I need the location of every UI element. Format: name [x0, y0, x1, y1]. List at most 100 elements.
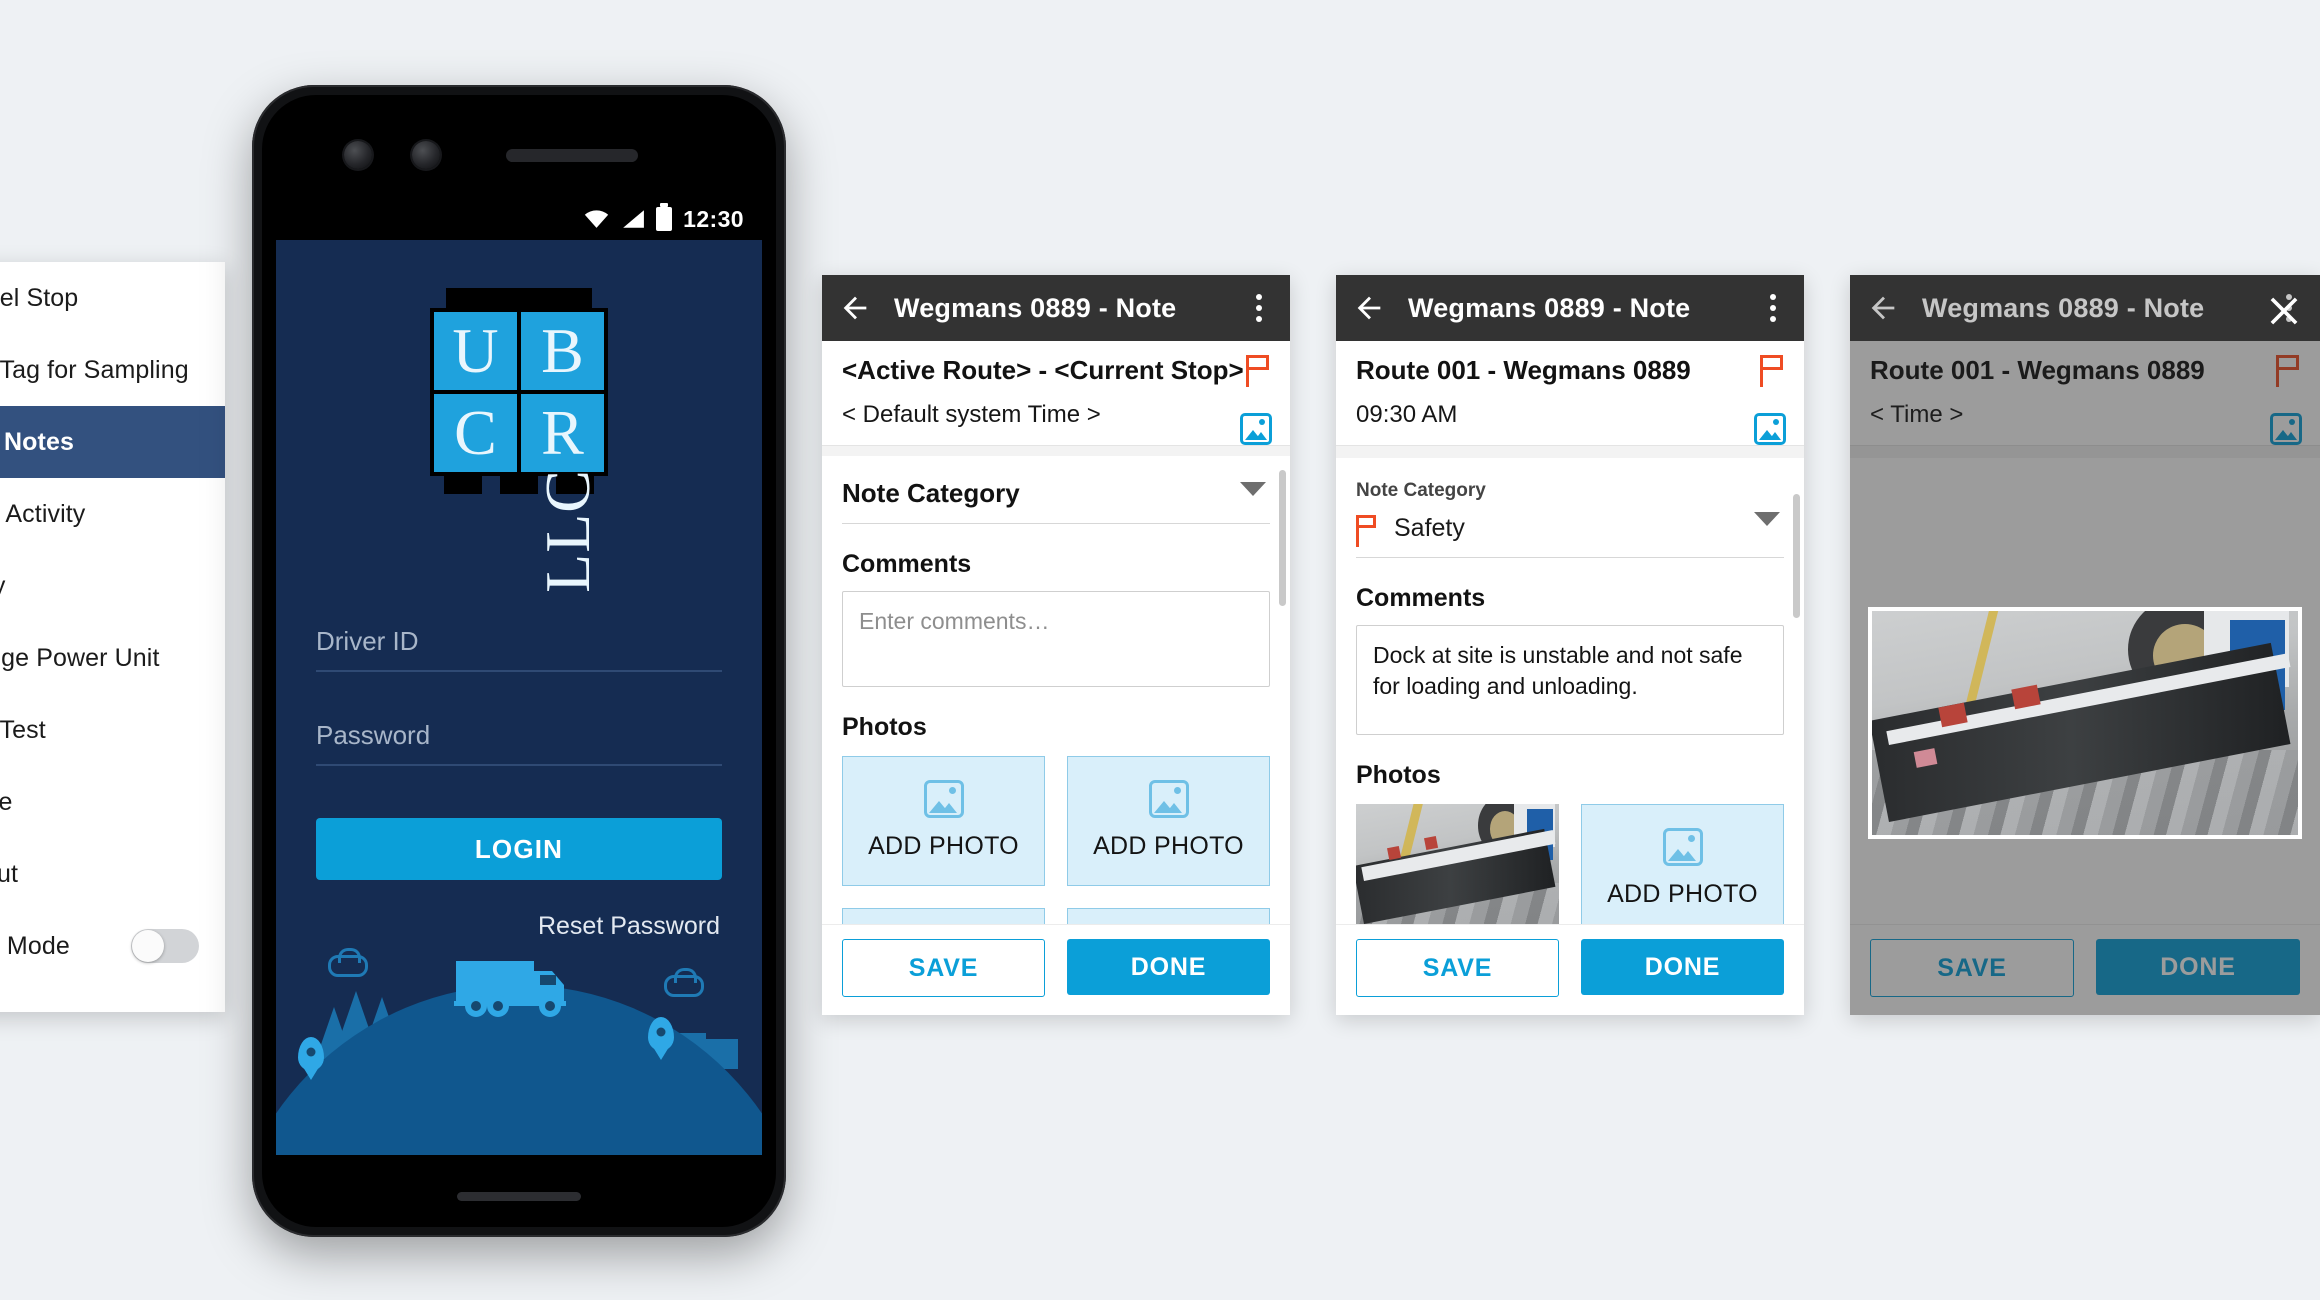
- drawer-item-delay[interactable]: Delay: [0, 550, 225, 622]
- login-illustration: [276, 910, 762, 1155]
- add-photo-button[interactable]: [842, 907, 1045, 924]
- comments-label: Comments: [1356, 583, 1486, 612]
- scrollbar[interactable]: [1279, 469, 1286, 606]
- app-bar: Wegmans 0889 - Note: [1336, 275, 1804, 341]
- drawer-item-night-mode[interactable]: Night Mode: [0, 910, 225, 982]
- app-bar-title: Wegmans 0889 - Note: [1922, 292, 2205, 323]
- logo-letter: R: [541, 397, 584, 468]
- signal-icon: [623, 210, 645, 228]
- overflow-menu-icon[interactable]: [1758, 291, 1788, 325]
- done-button[interactable]: DONE: [1581, 939, 1784, 995]
- driver-id-label: Driver ID: [316, 626, 419, 656]
- drawer-item-change-power-unit[interactable]: Change Power Unit: [0, 622, 225, 694]
- flag-icon[interactable]: [2276, 355, 2302, 387]
- phone-device-frame: 12:30 U B C R LLC Driver ID Password LOG…: [252, 85, 786, 1237]
- done-button[interactable]: DONE: [1067, 939, 1270, 995]
- comments-label: Comments: [842, 549, 972, 578]
- logo-letter: U: [452, 315, 499, 386]
- photos-grid: ADD PHOTO ADD PHOTO: [842, 755, 1270, 924]
- back-arrow-icon[interactable]: [838, 291, 872, 325]
- chevron-down-icon[interactable]: [1754, 511, 1780, 526]
- add-photo-label: ADD PHOTO: [1093, 832, 1244, 861]
- drawer-item-label: Change Power Unit: [0, 643, 160, 672]
- status-bar-clock: 12:30: [683, 205, 744, 232]
- photo-thumbnail[interactable]: [1356, 803, 1559, 924]
- add-photo-button[interactable]: [1067, 907, 1270, 924]
- drawer-item-crew-activity[interactable]: Crew Activity: [0, 478, 225, 550]
- note-time[interactable]: < Time >: [1870, 401, 2300, 429]
- chevron-down-icon[interactable]: [1240, 481, 1266, 496]
- back-arrow-icon[interactable]: [1352, 291, 1386, 325]
- login-button[interactable]: LOGIN: [316, 818, 722, 880]
- drawer-item-logout[interactable]: Logout: [0, 838, 225, 910]
- note-time[interactable]: 09:30 AM: [1356, 401, 1784, 429]
- note-category-select[interactable]: Note Category: [842, 456, 1270, 524]
- note-category-select[interactable]: Note Category Safety: [1356, 458, 1784, 558]
- add-photo-label: ADD PHOTO: [1607, 880, 1758, 909]
- app-bar: Wegmans 0889 - Note: [1850, 275, 2320, 341]
- drawer-item-cancel-stop[interactable]: Cancel Stop: [0, 262, 225, 334]
- password-label: Password: [316, 720, 431, 750]
- back-arrow-icon[interactable]: [1866, 291, 1900, 325]
- add-photo-button[interactable]: ADD PHOTO: [842, 755, 1045, 886]
- save-button[interactable]: SAVE: [1356, 939, 1559, 997]
- note-footer: SAVE DONE: [1850, 924, 2320, 1015]
- logo-letter: C: [454, 397, 497, 468]
- image-icon[interactable]: [2270, 413, 2302, 445]
- note-time[interactable]: < Default system Time >: [842, 401, 1270, 429]
- add-photo-image-icon: [1662, 828, 1703, 867]
- navigation-drawer[interactable]: Cancel Stop Print Tag for Sampling Stop …: [0, 262, 225, 1012]
- drawer-item-print-test[interactable]: Print Test: [0, 694, 225, 766]
- drawer-item-label: Night Mode: [0, 931, 70, 960]
- map-pin-icon: [648, 1017, 674, 1051]
- dock-photo-image: [1356, 803, 1559, 924]
- logo-letter: B: [541, 315, 584, 386]
- close-icon[interactable]: [2262, 289, 2306, 333]
- map-pin-icon: [298, 1037, 324, 1071]
- phone-bezel: 12:30 U B C R LLC Driver ID Password LOG…: [262, 95, 776, 1227]
- logo-tiles: U B C R LLC: [430, 308, 608, 593]
- note-category-underline: [1356, 556, 1784, 558]
- app-bar-title: Wegmans 0889 - Note: [1408, 292, 1691, 323]
- logo-top-bar: [446, 288, 592, 308]
- overflow-menu-icon[interactable]: [1244, 291, 1274, 325]
- night-mode-toggle[interactable]: [131, 929, 199, 963]
- password-field[interactable]: Password: [316, 720, 722, 766]
- add-photo-image-icon: [1148, 780, 1189, 819]
- truck-icon: [454, 961, 566, 1017]
- image-icon[interactable]: [1754, 413, 1786, 445]
- photos-label: Photos: [842, 712, 927, 741]
- flag-icon[interactable]: [1760, 355, 1786, 387]
- drawer-item-label: Print Test: [0, 715, 46, 744]
- scrollbar[interactable]: [1793, 493, 1800, 618]
- add-photo-label: ADD PHOTO: [868, 832, 1019, 861]
- drawer-item-print-tag-for-sampling[interactable]: Print Tag for Sampling: [0, 334, 225, 406]
- front-camera-icon: [344, 141, 372, 169]
- note-form-body: Note Category Comments Enter comments… P…: [822, 455, 1290, 924]
- note-footer: SAVE DONE: [1336, 924, 1804, 1015]
- photo-lightbox[interactable]: [1868, 607, 2302, 839]
- add-photo-image-icon: [923, 780, 964, 819]
- drawer-item-profile[interactable]: Profile: [0, 766, 225, 838]
- save-button[interactable]: SAVE: [1870, 939, 2074, 997]
- app-bar: Wegmans 0889 - Note: [822, 275, 1290, 341]
- home-indicator: [457, 1192, 581, 1201]
- comments-input[interactable]: Dock at site is unstable and not safe fo…: [1356, 624, 1784, 735]
- add-photo-button[interactable]: ADD PHOTO: [1067, 755, 1270, 886]
- cloud-icon: [328, 948, 368, 977]
- note-category-value-row: Safety: [1356, 514, 1784, 547]
- driver-id-field[interactable]: Driver ID: [316, 626, 722, 672]
- logo-llc-suffix: LLC: [532, 469, 603, 593]
- flag-icon[interactable]: [1246, 355, 1272, 387]
- save-button[interactable]: SAVE: [842, 939, 1045, 997]
- comments-input[interactable]: Enter comments…: [842, 590, 1270, 687]
- photos-grid: ADD PHOTO: [1356, 803, 1784, 924]
- earpiece-speaker: [506, 149, 638, 162]
- note-card-blank: Wegmans 0889 - Note <Active Route> - <Cu…: [822, 275, 1290, 1015]
- note-category-select[interactable]: Note Category: [1870, 458, 2300, 502]
- add-photo-button[interactable]: ADD PHOTO: [1581, 803, 1784, 924]
- done-button[interactable]: DONE: [2096, 939, 2300, 995]
- phone-screen: 12:30 U B C R LLC Driver ID Password LOG…: [276, 198, 762, 1155]
- drawer-item-stop-notes[interactable]: Stop Notes: [0, 406, 225, 478]
- image-icon[interactable]: [1240, 413, 1272, 445]
